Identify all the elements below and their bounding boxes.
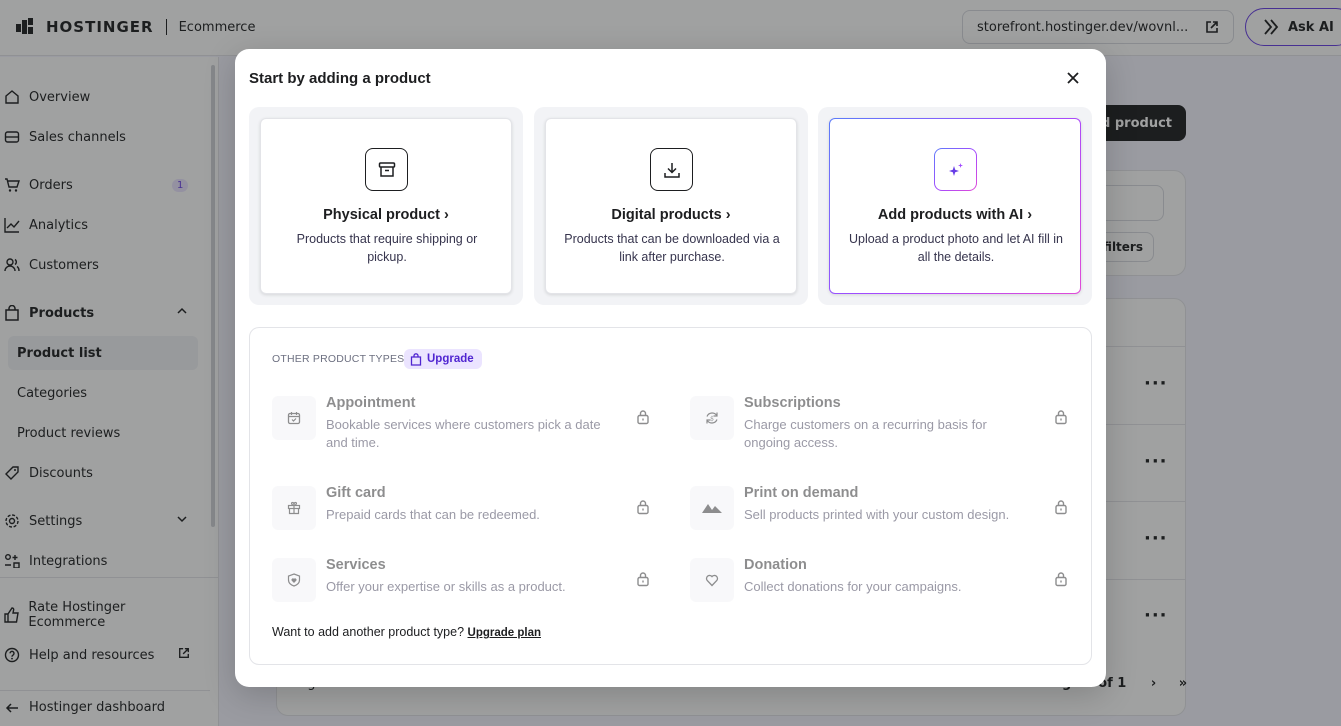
option-print-on-demand[interactable]: Print on demand Sell products printed wi…: [690, 485, 1070, 546]
type-description: Products that require shipping or pickup…: [296, 232, 478, 264]
option-name: Donation: [744, 557, 807, 573]
option-name: Print on demand: [744, 485, 859, 501]
upgrade-badge-label: Upgrade: [427, 353, 474, 365]
chevron-right-icon: ›: [444, 207, 449, 223]
upgrade-badge[interactable]: Upgrade: [404, 349, 482, 369]
type-card-physical-wrap: Physical product › Products that require…: [249, 107, 523, 305]
option-description: Collect donations for your campaigns.: [744, 579, 962, 594]
add-product-modal: Start by adding a product Physical produ…: [235, 49, 1106, 687]
shield-heart-icon: [272, 558, 316, 602]
lock-icon: [637, 410, 649, 425]
option-appointment[interactable]: Appointment Bookable services where cust…: [272, 395, 652, 456]
option-services[interactable]: Services Offer your expertise or skills …: [272, 557, 652, 618]
recurring-dollar-icon: $: [690, 396, 734, 440]
type-name: Add products with AI ›: [877, 207, 1033, 223]
upgrade-prompt-text: Want to add another product type?: [272, 625, 465, 639]
other-types-label: OTHER PRODUCT TYPES: [272, 353, 405, 365]
type-name: Physical product ›: [323, 207, 449, 223]
digital-product-card[interactable]: Digital products › Products that can be …: [545, 118, 797, 294]
type-description: Upload a product photo and let AI fill i…: [848, 232, 1064, 264]
option-description: Prepaid cards that can be redeemed.: [326, 507, 540, 522]
archive-box-icon: [365, 148, 408, 191]
heart-icon: [690, 558, 734, 602]
svg-text:$: $: [710, 416, 714, 423]
lock-icon: [1055, 500, 1067, 515]
upgrade-prompt: Want to add another product type? Upgrad…: [272, 625, 541, 639]
option-gift-card[interactable]: Gift card Prepaid cards that can be rede…: [272, 485, 652, 546]
lock-icon: [637, 572, 649, 587]
ai-product-card[interactable]: Add products with AI › Upload a product …: [829, 118, 1081, 294]
option-description: Bookable services where customers pick a…: [326, 417, 601, 450]
other-product-types-section: OTHER PRODUCT TYPES Upgrade Appointment …: [249, 327, 1092, 665]
type-card-digital-wrap: Digital products › Products that can be …: [534, 107, 808, 305]
option-description: Offer your expertise or skills as a prod…: [326, 579, 566, 594]
shopping-bag-icon: [410, 352, 422, 366]
calendar-icon: [272, 396, 316, 440]
mountains-icon: [690, 486, 734, 530]
option-subscriptions[interactable]: $ Subscriptions Charge customers on a re…: [690, 395, 1070, 456]
chevron-right-icon: ›: [725, 207, 731, 223]
close-icon: [1067, 72, 1079, 84]
type-description: Products that can be downloaded via a li…: [564, 232, 780, 264]
upgrade-plan-link[interactable]: Upgrade plan: [468, 627, 541, 639]
download-icon: [650, 148, 693, 191]
physical-product-card[interactable]: Physical product › Products that require…: [260, 118, 512, 294]
close-button[interactable]: [1063, 68, 1083, 88]
option-name: Appointment: [326, 395, 416, 411]
gift-icon: [272, 486, 316, 530]
lock-icon: [1055, 572, 1067, 587]
option-description: Charge customers on a recurring basis fo…: [744, 417, 987, 450]
option-name: Services: [326, 557, 386, 573]
lock-icon: [1055, 410, 1067, 425]
option-name: Subscriptions: [744, 395, 841, 411]
type-card-ai-wrap: Add products with AI › Upload a product …: [818, 107, 1092, 305]
option-description: Sell products printed with your custom d…: [744, 507, 1010, 522]
chevron-right-icon: ›: [1027, 207, 1033, 223]
sparkles-icon: [934, 148, 977, 191]
lock-icon: [637, 500, 649, 515]
type-name: Digital products ›: [611, 207, 731, 223]
option-name: Gift card: [326, 485, 386, 501]
option-donation[interactable]: Donation Collect donations for your camp…: [690, 557, 1070, 618]
modal-title: Start by adding a product: [249, 70, 431, 87]
